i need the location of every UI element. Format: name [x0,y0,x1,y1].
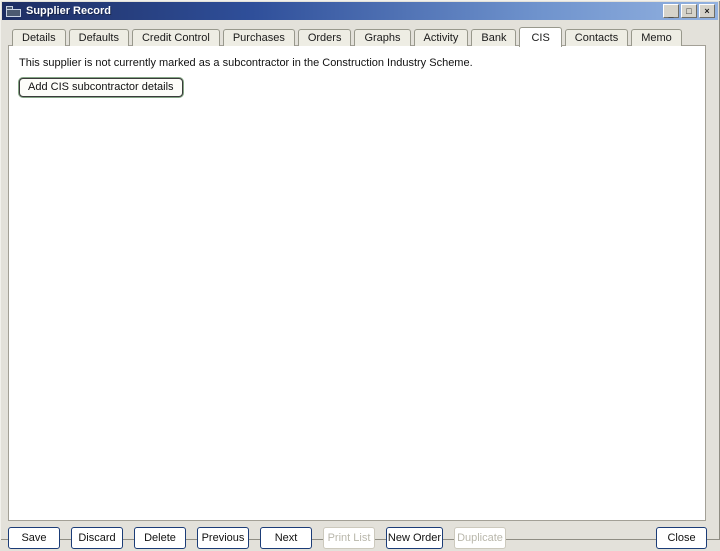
tab-graphs[interactable]: Graphs [354,29,411,46]
tab-bank[interactable]: Bank [471,29,517,46]
tab-strip: Details Defaults Credit Control Purchase… [12,27,714,47]
add-cis-subcontractor-details-button[interactable]: Add CIS subcontractor details [19,78,183,97]
window-icon [6,5,21,17]
tab-defaults[interactable]: Defaults [68,29,129,46]
maximize-icon[interactable]: □ [681,4,697,18]
delete-button[interactable]: Delete [134,527,186,549]
tab-orders[interactable]: Orders [297,29,352,46]
tab-cis[interactable]: CIS [519,27,562,47]
title-bar[interactable]: Supplier Record _ □ × [2,2,718,20]
cis-tab-panel: This supplier is not currently marked as… [8,45,706,521]
next-button[interactable]: Next [260,527,312,549]
tab-purchases[interactable]: Purchases [222,29,295,46]
tab-credit-control[interactable]: Credit Control [131,29,220,46]
tab-memo[interactable]: Memo [631,29,682,46]
close-icon[interactable]: × [699,4,715,18]
window-controls: _ □ × [663,4,715,18]
tab-details[interactable]: Details [12,29,66,46]
tab-activity[interactable]: Activity [413,29,469,46]
cis-status-message: This supplier is not currently marked as… [19,57,473,69]
close-button[interactable]: Close [656,527,707,549]
new-order-button[interactable]: New Order [386,527,443,549]
duplicate-button: Duplicate [454,527,506,549]
save-button[interactable]: Save [8,527,60,549]
previous-button[interactable]: Previous [197,527,249,549]
supplier-record-window: { "window": { "title": "Supplier Record"… [0,0,720,549]
footer-button-bar: Save Discard Delete Previous Next Print … [0,527,720,551]
minimize-icon[interactable]: _ [663,4,679,18]
window-title: Supplier Record [26,5,111,17]
print-list-button: Print List [323,527,375,549]
discard-button[interactable]: Discard [71,527,123,549]
tab-contacts[interactable]: Contacts [564,29,629,46]
